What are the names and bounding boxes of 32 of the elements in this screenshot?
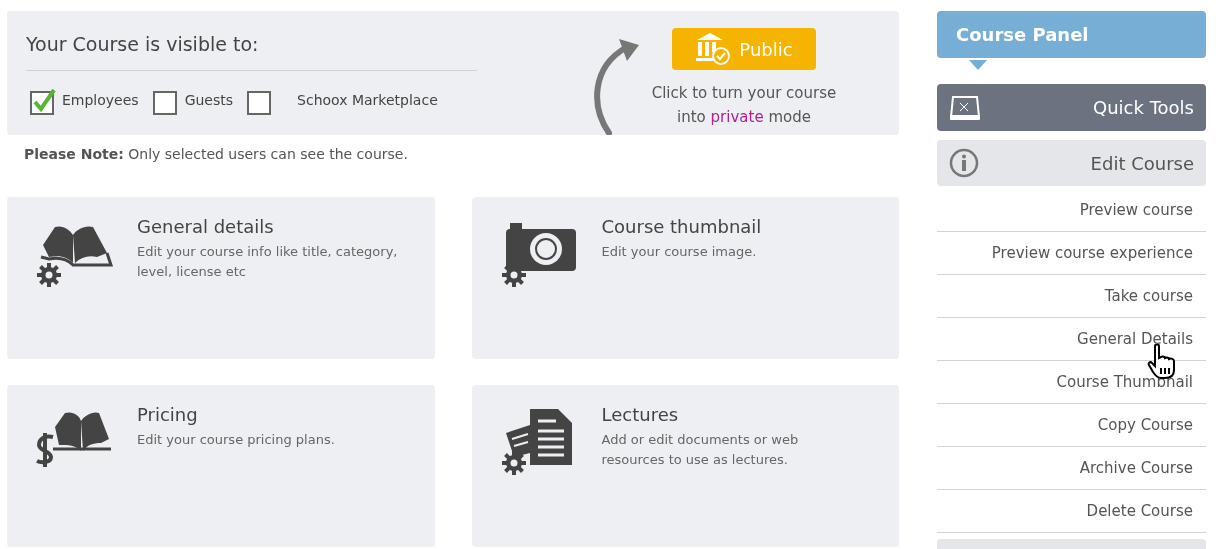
- panel-link[interactable]: Preview course: [937, 189, 1206, 233]
- settings-card[interactable]: General details Edit your course info like title, category, level, license etc: [7, 197, 435, 359]
- card-title: Course thumbnail: [601, 215, 763, 239]
- settings-card[interactable]: Course thumbnail Edit your course image.: [471, 197, 899, 359]
- course-panel-title: Course Panel: [956, 23, 1089, 48]
- quick-tools-button[interactable]: Quick Tools: [937, 84, 1206, 131]
- panel-link[interactable]: Delete Course: [937, 490, 1206, 534]
- checkbox-label: Employees: [62, 90, 139, 110]
- note-text: Please Note: Only selected users can see the course.: [24, 145, 409, 164]
- bank-check-icon: [695, 32, 732, 66]
- hint-text: Click to turn your course into private mode: [650, 83, 838, 128]
- card-title: General details: [137, 215, 275, 239]
- private-link[interactable]: private: [710, 108, 764, 126]
- card-title: Pricing: [137, 403, 199, 427]
- checkbox-label: Guests: [184, 90, 234, 110]
- edit-course-button[interactable]: Edit Course: [937, 139, 1206, 187]
- card-description: Edit your course info like title, category, level, license etc: [137, 243, 399, 281]
- card-description: Edit your course pricing plans.: [137, 431, 336, 449]
- checkbox-label: Schoox Marketplace: [297, 90, 438, 110]
- card-description: Add or edit documents or web resources to use as lectures.: [601, 431, 800, 469]
- card-description: Edit your course image.: [601, 243, 758, 261]
- panel-link[interactable]: Archive Course: [937, 447, 1206, 491]
- panel-link[interactable]: Copy Course: [937, 404, 1206, 448]
- pointer-arrow-icon: [969, 60, 987, 70]
- panel-link[interactable]: Preview course experience: [937, 232, 1206, 276]
- panel-link[interactable]: Take course: [937, 275, 1206, 319]
- info-icon: [949, 148, 979, 179]
- settings-card[interactable]: Pricing Edit your course pricing plans.: [7, 385, 435, 547]
- visibility-title: Your Course is visible to:: [26, 32, 477, 71]
- card-title: Lectures: [601, 403, 680, 427]
- settings-card[interactable]: Lectures Add or edit documents or web resources to use as lectures.: [471, 385, 899, 547]
- keyboard-key-icon: [949, 94, 981, 121]
